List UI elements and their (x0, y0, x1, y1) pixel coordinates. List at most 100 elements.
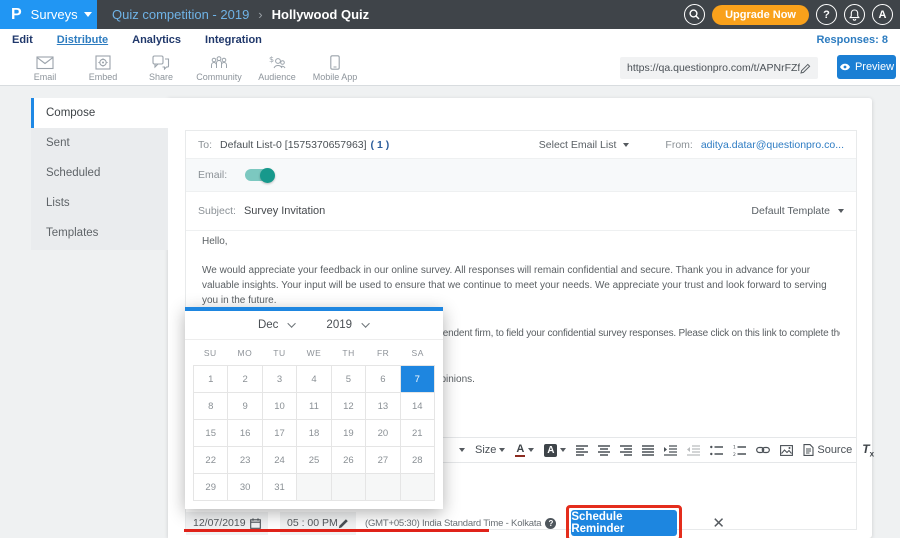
channel-email[interactable]: Email (16, 51, 74, 85)
breadcrumb-survey-name[interactable]: Hollywood Quiz (272, 7, 370, 22)
source-icon (803, 444, 814, 456)
recipient-count[interactable]: ( 1 ) (371, 139, 390, 151)
sidebar-item-compose[interactable]: Compose (31, 98, 168, 128)
calendar-day[interactable]: 12 (332, 393, 366, 420)
calendar-empty-cell (297, 474, 331, 501)
calendar-day[interactable]: 23 (228, 447, 262, 474)
calendar-day[interactable]: 6 (366, 366, 400, 393)
sidebar-item-scheduled[interactable]: Scheduled (31, 158, 168, 188)
select-email-list-dropdown[interactable]: Select Email List (539, 139, 630, 151)
align-justify-button[interactable] (642, 445, 654, 456)
search-button[interactable] (684, 4, 705, 25)
calendar-day[interactable]: 22 (194, 447, 228, 474)
channel-community[interactable]: Community (190, 51, 248, 85)
nav-tab-analytics[interactable]: Analytics (132, 34, 181, 46)
from-email[interactable]: aditya.datar@questionpro.co... (701, 139, 844, 151)
responses-count[interactable]: Responses: 8 (816, 34, 888, 46)
nav-tab-distribute[interactable]: Distribute (57, 34, 108, 46)
breadcrumb-separator: › (258, 7, 262, 22)
surveys-menu[interactable]: P Surveys (0, 0, 97, 29)
calendar-day[interactable]: 5 (332, 366, 366, 393)
calendar-day[interactable]: 25 (297, 447, 331, 474)
indent-decrease-icon (687, 445, 700, 456)
calendar-day[interactable]: 20 (366, 420, 400, 447)
source-button[interactable]: Source (803, 444, 852, 456)
align-right-button[interactable] (620, 445, 632, 456)
calendar-day[interactable]: 24 (263, 447, 297, 474)
calendar-day[interactable]: 30 (228, 474, 262, 501)
close-schedule-icon[interactable]: ✕ (712, 514, 725, 532)
channel-embed[interactable]: Embed (74, 51, 132, 85)
year-select[interactable]: 2019 (326, 319, 370, 331)
indent-decrease-button[interactable] (687, 445, 700, 456)
calendar-day[interactable]: 7 (401, 366, 435, 393)
channel-audience[interactable]: $ Audience (248, 51, 306, 85)
edit-url-icon[interactable] (800, 63, 811, 74)
background-color-button[interactable]: A (544, 444, 566, 457)
calendar-day[interactable]: 31 (263, 474, 297, 501)
numbered-list-button[interactable]: 12 (733, 445, 746, 456)
calendar-day[interactable]: 4 (297, 366, 331, 393)
weekday-label: FR (366, 348, 401, 358)
calendar-day[interactable]: 16 (228, 420, 262, 447)
link-icon (756, 446, 770, 454)
mobile-app-icon (330, 55, 340, 70)
calendar-day[interactable]: 26 (332, 447, 366, 474)
preview-button[interactable]: Preview (837, 55, 896, 79)
channel-share[interactable]: Share (132, 51, 190, 85)
sidebar-item-lists[interactable]: Lists (31, 188, 168, 218)
template-dropdown[interactable]: Default Template (751, 205, 844, 217)
font-size-dropdown[interactable]: Size (475, 444, 505, 456)
calendar-day[interactable]: 27 (366, 447, 400, 474)
to-label: To: (198, 139, 212, 151)
calendar-day[interactable]: 11 (297, 393, 331, 420)
font-dropdown-button[interactable] (459, 448, 465, 452)
indent-increase-button[interactable] (664, 445, 677, 456)
nav-tab-edit[interactable]: Edit (12, 34, 33, 46)
breadcrumb-survey-folder[interactable]: Quiz competition - 2019 (112, 7, 249, 22)
account-avatar[interactable]: A (872, 4, 893, 25)
notifications-button[interactable] (844, 4, 865, 25)
survey-url-field[interactable]: https://qa.questionpro.com/t/APNrFZf29 (620, 57, 818, 79)
sidebar-item-sent[interactable]: Sent (31, 128, 168, 158)
schedule-reminder-button[interactable]: Schedule Reminder (571, 510, 677, 536)
calendar-day[interactable]: 9 (228, 393, 262, 420)
calendar-day[interactable]: 1 (194, 366, 228, 393)
calendar-day[interactable]: 28 (401, 447, 435, 474)
calendar-empty-cell (401, 474, 435, 501)
calendar-day[interactable]: 14 (401, 393, 435, 420)
month-select[interactable]: Dec (258, 319, 296, 331)
calendar-day[interactable]: 21 (401, 420, 435, 447)
survey-url: https://qa.questionpro.com/t/APNrFZf29 (627, 62, 800, 74)
chevron-down-icon (84, 12, 92, 17)
remove-format-button[interactable]: Tx (862, 442, 874, 458)
calendar-day[interactable]: 2 (228, 366, 262, 393)
text-color-button[interactable]: A (515, 444, 534, 457)
align-left-button[interactable] (576, 445, 588, 456)
channel-mobile-app[interactable]: Mobile App (306, 51, 364, 85)
body-paragraph: We would appreciate your feedback in our… (202, 263, 840, 308)
calendar-day[interactable]: 19 (332, 420, 366, 447)
pencil-icon (338, 518, 349, 529)
calendar-day[interactable]: 3 (263, 366, 297, 393)
sidebar-item-templates[interactable]: Templates (31, 218, 168, 248)
nav-tab-integration[interactable]: Integration (205, 34, 262, 46)
bulleted-list-button[interactable] (710, 445, 723, 456)
subject-input[interactable]: Survey Invitation (244, 205, 325, 217)
insert-link-button[interactable] (756, 446, 770, 454)
timezone-help-icon[interactable]: ? (545, 518, 556, 529)
calendar-day[interactable]: 15 (194, 420, 228, 447)
calendar-day[interactable]: 17 (263, 420, 297, 447)
calendar-day[interactable]: 8 (194, 393, 228, 420)
align-center-button[interactable] (598, 445, 610, 456)
email-toggle[interactable] (245, 169, 274, 181)
calendar-day[interactable]: 29 (194, 474, 228, 501)
calendar-day[interactable]: 13 (366, 393, 400, 420)
insert-image-button[interactable] (780, 445, 793, 456)
calendar-day[interactable]: 18 (297, 420, 331, 447)
date-picker-popup: Dec 2019 SUMOTUWETHFRSA 1234567891011121… (185, 307, 443, 509)
embed-icon (95, 55, 111, 70)
upgrade-now-button[interactable]: Upgrade Now (712, 5, 809, 25)
calendar-day[interactable]: 10 (263, 393, 297, 420)
help-button[interactable]: ? (816, 4, 837, 25)
